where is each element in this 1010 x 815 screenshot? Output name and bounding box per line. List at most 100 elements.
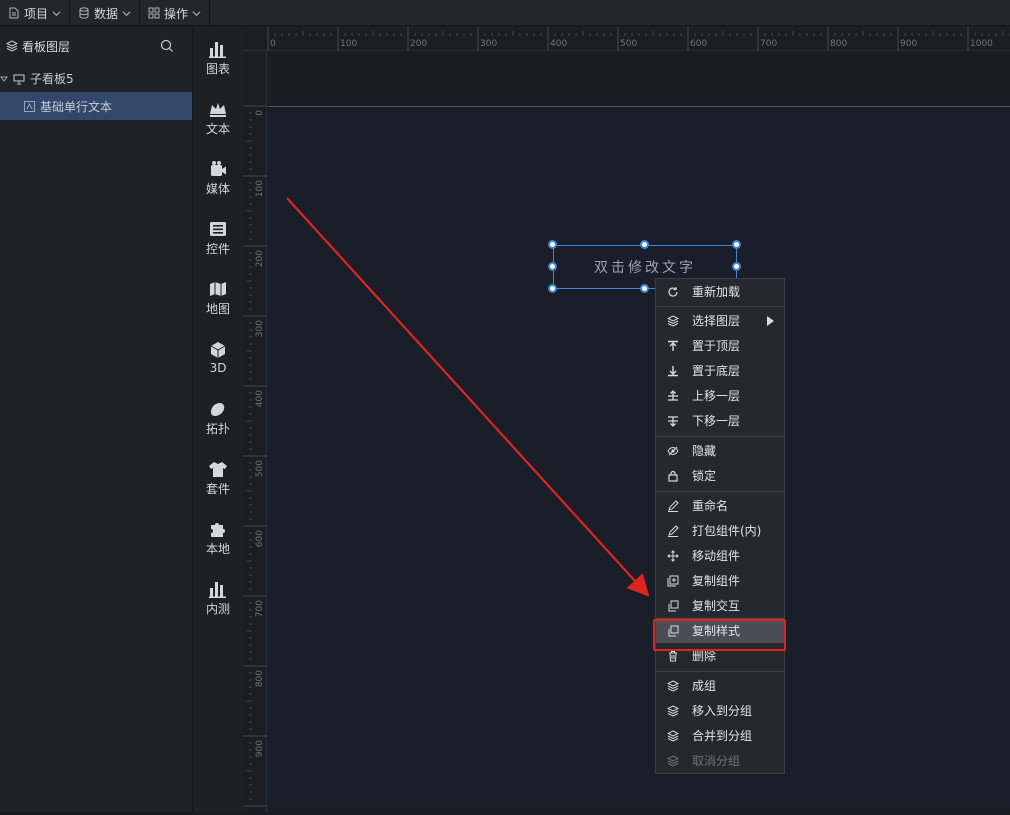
- ruler-label: 400: [255, 390, 265, 407]
- beta-chart-icon: [209, 581, 226, 598]
- resize-handle-top-left[interactable]: [548, 240, 557, 249]
- shirt-icon: [209, 461, 227, 477]
- component-text-label: 文本: [205, 121, 230, 136]
- menu-item-label: 成组: [692, 679, 717, 693]
- component-local-label: 本地: [205, 541, 230, 556]
- menu-divider: [656, 671, 784, 672]
- menu-item-rename[interactable]: 重命名: [656, 493, 784, 518]
- menu-item-move-into-group[interactable]: 移入到分组: [656, 698, 784, 723]
- component-topology[interactable]: 拓扑: [194, 395, 242, 441]
- menu-item-move-down[interactable]: 下移一层: [656, 408, 784, 433]
- menu-item-lock[interactable]: 锁定: [656, 463, 784, 488]
- ruler-vertical[interactable]: 0 100 200 300 400 500 600 700 800 900: [243, 51, 267, 812]
- menu-item-label: 合并到分组: [692, 729, 753, 743]
- menu-item-label: 下移一层: [692, 414, 741, 428]
- menu-item-label: 置于顶层: [692, 339, 741, 353]
- menu-project-label: 项目: [24, 6, 49, 21]
- menu-divider: [656, 491, 784, 492]
- canvas-board[interactable]: [268, 106, 1010, 812]
- cube-icon: [210, 342, 226, 358]
- menu-item-label: 选择图层: [692, 314, 741, 328]
- menu-item-move-up[interactable]: 上移一层: [656, 383, 784, 408]
- menu-item-ungroup[interactable]: 取消分组: [656, 748, 784, 773]
- eye-icon: [666, 444, 680, 458]
- search-icon[interactable]: [160, 39, 174, 53]
- menu-project[interactable]: 项目: [0, 0, 71, 26]
- component-local[interactable]: 本地: [194, 515, 242, 561]
- dashboard-icon: [13, 74, 25, 84]
- menu-item-reload[interactable]: 重新加载: [656, 279, 784, 304]
- topology-icon: [211, 402, 225, 416]
- layers-icon: [666, 729, 680, 743]
- ruler-label: 900: [255, 740, 265, 757]
- menu-item-move-component[interactable]: 移动组件: [656, 543, 784, 568]
- component-map[interactable]: 地图: [194, 275, 242, 321]
- resize-handle-bottom-left[interactable]: [548, 284, 557, 293]
- menu-item-copy-interaction[interactable]: 复制交互: [656, 593, 784, 618]
- ruler-ticks: 0 100 200 300 400 500 600 700 800 900: [243, 105, 267, 807]
- ruler-label: 100: [340, 39, 357, 49]
- menu-item-bring-to-top[interactable]: 置于顶层: [656, 333, 784, 358]
- menu-item-label: 复制组件: [692, 574, 741, 588]
- ruler-label: 600: [255, 530, 265, 547]
- component-chart[interactable]: 图表: [194, 35, 242, 81]
- component-text[interactable]: 文本: [194, 95, 242, 141]
- layers-icon: [666, 679, 680, 693]
- crown-icon: [210, 102, 226, 117]
- ruler-horizontal[interactable]: 0 100 200 300 400 500 600 700 800 900 1000: [243, 27, 1010, 51]
- menu-item-merge-into-group[interactable]: 合并到分组: [656, 723, 784, 748]
- component-beta[interactable]: 内测: [194, 575, 242, 621]
- tree-group-label: 子看板5: [30, 72, 74, 86]
- menu-item-label: 重新加载: [692, 285, 741, 299]
- menu-item-label: 移动组件: [692, 549, 741, 563]
- component-media[interactable]: 媒体: [194, 155, 242, 201]
- tree-group-row[interactable]: 子看板5: [0, 65, 192, 92]
- caret-down-icon[interactable]: [0, 75, 8, 83]
- menu-data-label: 数据: [94, 6, 119, 21]
- ruler-label: 800: [255, 670, 265, 687]
- copy-plus-icon: [666, 574, 680, 588]
- component-3d[interactable]: 3D: [194, 335, 242, 381]
- ruler-label: 400: [550, 39, 567, 49]
- to-top-icon: [666, 339, 680, 353]
- component-suite[interactable]: 套件: [194, 455, 242, 501]
- component-suite-label: 套件: [205, 481, 230, 496]
- text-component-content: 双击修改文字: [594, 260, 696, 276]
- menu-data[interactable]: 数据: [70, 0, 141, 26]
- component-widget[interactable]: 控件: [194, 215, 242, 261]
- ruler-label: 900: [900, 39, 917, 49]
- resize-handle-left[interactable]: [548, 262, 557, 271]
- layers-icon: [6, 40, 18, 52]
- widget-icon: [210, 221, 226, 236]
- pencil-icon: [666, 524, 680, 538]
- ruler-label: 800: [830, 39, 847, 49]
- menu-item-copy-component[interactable]: 复制组件: [656, 568, 784, 593]
- grid-icon: [148, 7, 160, 19]
- resize-handle-bottom[interactable]: [640, 284, 649, 293]
- ruler-label: 0: [255, 110, 265, 116]
- menu-item-hide[interactable]: 隐藏: [656, 438, 784, 463]
- ruler-label: 700: [255, 600, 265, 617]
- media-icon: [211, 160, 226, 176]
- copy-icon: [666, 599, 680, 613]
- lock-icon: [666, 469, 680, 483]
- layers-icon: [666, 754, 680, 768]
- menu-item-label: 取消分组: [692, 754, 741, 768]
- layers-icon: [666, 314, 680, 328]
- move-up-icon: [666, 389, 680, 403]
- menu-item-group[interactable]: 成组: [656, 673, 784, 698]
- pencil-icon: [666, 499, 680, 513]
- tree-item-selected[interactable]: 基础单行文本: [0, 92, 192, 120]
- menu-divider: [656, 436, 784, 437]
- move-down-icon: [666, 414, 680, 428]
- resize-handle-top-right[interactable]: [732, 240, 741, 249]
- resize-handle-top[interactable]: [640, 240, 649, 249]
- menu-item-label: 移入到分组: [692, 704, 753, 718]
- menu-item-send-to-bottom[interactable]: 置于底层: [656, 358, 784, 383]
- layer-panel: 看板图层 子看板5 基础单行文本: [0, 27, 193, 812]
- menu-operate[interactable]: 操作: [140, 0, 211, 26]
- resize-handle-right[interactable]: [732, 262, 741, 271]
- menu-item-select-layer[interactable]: 选择图层: [656, 308, 784, 333]
- menu-item-package-component[interactable]: 打包组件(内): [656, 518, 784, 543]
- menu-item-label: 复制交互: [692, 599, 741, 613]
